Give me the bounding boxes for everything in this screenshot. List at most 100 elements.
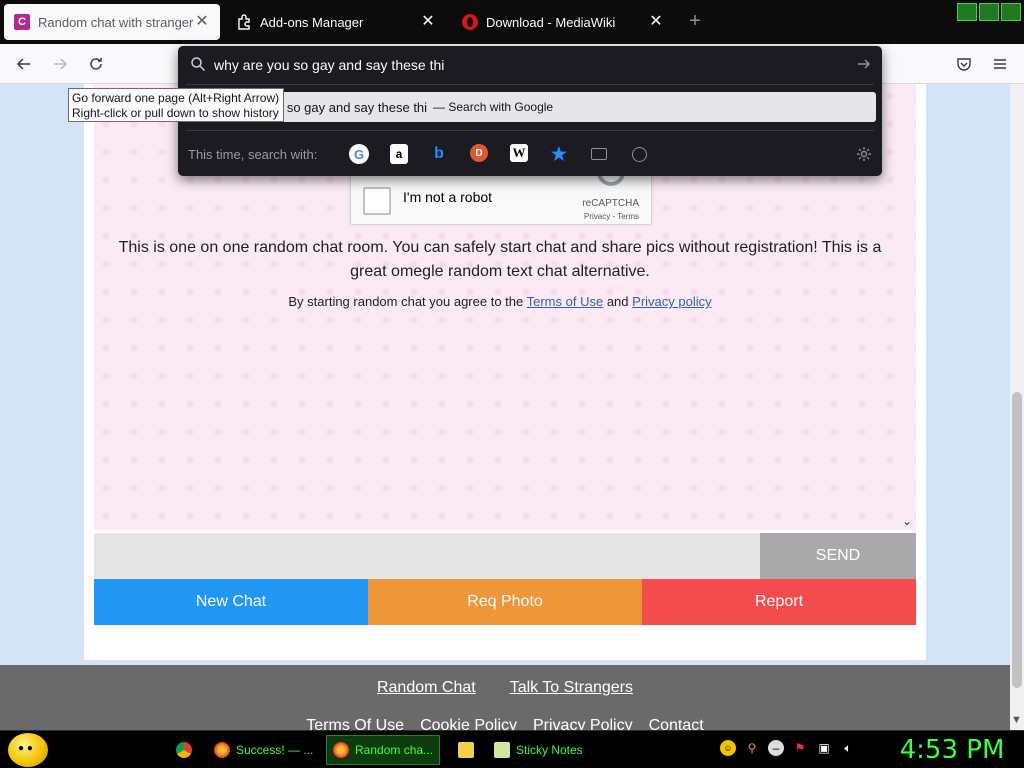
- close-tab-icon[interactable]: ✕: [648, 14, 664, 30]
- flag-tray-icon[interactable]: ⚑: [792, 740, 808, 756]
- folder-icon: [458, 742, 474, 758]
- gear-icon[interactable]: [856, 146, 872, 162]
- taskbar-clock[interactable]: 4:53 PM: [884, 731, 1020, 768]
- footer-link-contact[interactable]: Contact: [649, 717, 704, 730]
- page-scrollbar[interactable]: ▼: [1010, 84, 1024, 730]
- recaptcha-brand: reCAPTCHA: [582, 198, 639, 209]
- wikipedia-icon[interactable]: W: [510, 144, 528, 162]
- duckduckgo-icon[interactable]: D: [470, 144, 488, 162]
- web-page: I'm not a robot reCAPTCHA Privacy - Term…: [0, 84, 1024, 730]
- tooltip-line-2: Right-click or pull down to show history: [72, 106, 279, 120]
- chrome-icon: [176, 742, 192, 758]
- firefox-icon: [214, 742, 230, 758]
- bing-icon[interactable]: b: [426, 144, 452, 164]
- chat-scroll-down-icon[interactable]: ⌄: [902, 514, 912, 528]
- agreement-text: By starting random chat you agree to the…: [110, 294, 890, 309]
- footer-primary-links: Random Chat Talk To Strangers: [0, 679, 1010, 697]
- request-photo-button[interactable]: Req Photo: [368, 579, 642, 625]
- maximize-button[interactable]: [979, 3, 999, 21]
- suggestion-text: u so gay and say these thi: [276, 99, 428, 115]
- recaptcha-widget: I'm not a robot reCAPTCHA Privacy - Term…: [350, 169, 652, 225]
- footer-secondary-links: Terms Of Use Cookie Policy Privacy Polic…: [0, 717, 1010, 730]
- recaptcha-checkbox[interactable]: [363, 187, 391, 215]
- forward-button-tooltip: Go forward one page (Alt+Right Arrow) Ri…: [68, 88, 284, 122]
- new-tab-icon[interactable]: +: [684, 10, 706, 32]
- report-button[interactable]: Report: [642, 579, 916, 625]
- forward-arrow-icon: [54, 58, 68, 70]
- close-window-button[interactable]: [1001, 3, 1021, 21]
- tab-label: Random chat with strangers: [38, 14, 194, 30]
- network-tray-icon[interactable]: ▣: [816, 740, 832, 756]
- scrollbar-thumb[interactable]: [1012, 392, 1022, 688]
- menu-button[interactable]: [988, 52, 1012, 76]
- taskbar-item-success[interactable]: Success! — ...: [208, 735, 320, 765]
- pocket-button[interactable]: [952, 52, 976, 76]
- tabs-icon[interactable]: [586, 144, 612, 164]
- site-footer: Random Chat Talk To Strangers Terms Of U…: [0, 665, 1010, 730]
- tab-mediawiki-download[interactable]: Download - MediaWiki ✕: [452, 4, 674, 40]
- footer-link-terms[interactable]: Terms Of Use: [306, 717, 404, 730]
- minimize-button[interactable]: [957, 3, 977, 21]
- agreement-prefix: By starting random chat you agree to the: [288, 294, 524, 309]
- message-input[interactable]: [94, 533, 760, 579]
- taskbar-item-label: Sticky Notes: [516, 743, 583, 757]
- folder-taskbar-button[interactable]: [452, 735, 478, 765]
- system-tray: ☺ ⚲ – ⚑ ▣ 🔈︎: [720, 740, 856, 756]
- send-button[interactable]: SEND: [760, 533, 916, 579]
- tooltip-line-1: Go forward one page (Alt+Right Arrow): [72, 91, 280, 105]
- tab-random-chat[interactable]: C Random chat with strangers ✕: [4, 4, 220, 40]
- tab-label: Add-ons Manager: [260, 14, 364, 30]
- emoji-tray-icon[interactable]: ☺: [720, 740, 736, 756]
- minus-tray-icon[interactable]: –: [768, 740, 784, 756]
- address-bar-input[interactable]: why are you so gay and say these thi: [214, 57, 444, 73]
- amazon-icon[interactable]: a: [390, 144, 408, 164]
- chat-actions: New Chat Req Photo Report: [94, 579, 916, 625]
- scroll-down-arrow-icon[interactable]: ▼: [1011, 714, 1022, 726]
- new-chat-button[interactable]: New Chat: [94, 579, 368, 625]
- footer-link-random-chat[interactable]: Random Chat: [377, 679, 476, 697]
- opera-icon: [462, 14, 478, 30]
- taskbar-item-label: Success! — ...: [236, 743, 314, 757]
- terms-of-use-link[interactable]: Terms of Use: [527, 294, 604, 309]
- reload-button[interactable]: [84, 52, 108, 76]
- chrome-taskbar-button[interactable]: [174, 735, 198, 765]
- search-tray-icon[interactable]: ⚲: [744, 740, 760, 756]
- start-button-smiley-icon[interactable]: ● ●: [8, 733, 48, 767]
- message-composer: SEND: [94, 533, 916, 579]
- close-tab-icon[interactable]: ✕: [194, 14, 210, 30]
- back-button[interactable]: [12, 52, 36, 76]
- agreement-and: and: [606, 294, 629, 309]
- suggestion-engine: — Search with Google: [433, 100, 554, 114]
- os-taskbar: ● ● Success! — ... Random cha... Sticky …: [0, 730, 1024, 768]
- chat-site-favicon-icon: C: [14, 14, 30, 30]
- google-icon[interactable]: G: [349, 144, 369, 164]
- hamburger-menu-icon: [994, 59, 1006, 69]
- bookmarks-icon[interactable]: ★: [546, 144, 572, 164]
- intro-text: This is one on one random chat room. You…: [118, 239, 882, 280]
- back-arrow-icon: [16, 58, 30, 70]
- search-suggestion-row[interactable]: u so gay and say these thi — Search with…: [184, 92, 876, 122]
- history-icon[interactable]: [626, 144, 652, 164]
- taskbar-item-label: Random cha...: [355, 743, 434, 757]
- recaptcha-label: I'm not a robot: [403, 189, 493, 205]
- taskbar-item-random-chat[interactable]: Random cha...: [326, 735, 440, 765]
- pocket-icon: [957, 58, 971, 71]
- close-tab-icon[interactable]: ✕: [420, 14, 436, 30]
- volume-tray-icon[interactable]: 🔈︎: [840, 740, 856, 756]
- tab-label: Download - MediaWiki: [486, 14, 616, 30]
- recaptcha-terms[interactable]: Privacy - Terms: [584, 212, 639, 221]
- taskbar-item-sticky-notes[interactable]: Sticky Notes: [488, 735, 588, 765]
- footer-link-talk-to-strangers[interactable]: Talk To Strangers: [510, 679, 633, 697]
- search-icon: [191, 57, 206, 72]
- footer-link-cookie[interactable]: Cookie Policy: [420, 717, 517, 730]
- go-arrow-icon[interactable]: [856, 56, 872, 72]
- dropdown-divider: [186, 84, 874, 85]
- sticky-notes-icon: [494, 742, 510, 758]
- dropdown-divider: [186, 130, 874, 131]
- tab-addons-manager[interactable]: Add-ons Manager ✕: [226, 4, 446, 40]
- window-controls[interactable]: [957, 3, 1021, 21]
- tab-strip: C Random chat with strangers ✕ Add-ons M…: [0, 0, 1024, 44]
- forward-button[interactable]: [48, 52, 72, 76]
- footer-link-privacy[interactable]: Privacy Policy: [533, 717, 633, 730]
- privacy-policy-link[interactable]: Privacy policy: [632, 294, 711, 309]
